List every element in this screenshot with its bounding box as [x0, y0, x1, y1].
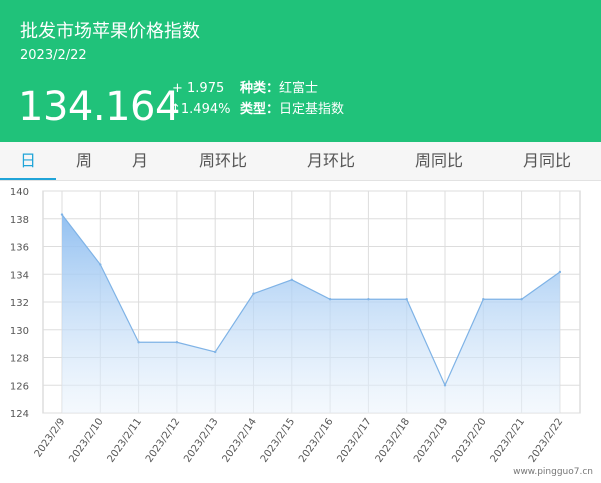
x-tick-label: 2023/2/20: [450, 416, 488, 464]
data-point: [558, 270, 562, 274]
kind-label: 种类：: [240, 81, 280, 96]
x-tick-label: 2023/2/16: [297, 416, 335, 464]
kind-row: 种类：红富士: [240, 80, 318, 98]
x-tick-label: 2023/2/12: [144, 416, 182, 464]
data-point: [443, 384, 447, 387]
change-percent: ↑1.494%: [170, 102, 231, 117]
x-tick-label: 2023/2/17: [335, 416, 373, 464]
x-tick-label: 2023/2/10: [67, 416, 105, 464]
data-point: [137, 341, 140, 344]
watermark: www.pingguo7.cn: [513, 467, 593, 477]
y-tick-label: 134: [10, 270, 29, 281]
header-panel: 批发市场苹果价格指数 2023/2/22 134.164 + 1.975 ↑1.…: [0, 0, 601, 142]
tab-month-year-on-year[interactable]: 月同比: [512, 142, 582, 180]
data-point: [405, 298, 408, 301]
y-tick-label: 124: [10, 409, 29, 420]
tab-week[interactable]: 周: [62, 142, 106, 180]
x-tick-label: 2023/2/9: [33, 416, 68, 459]
y-tick-label: 140: [10, 187, 29, 198]
index-value: 134.164: [18, 84, 180, 130]
period-tabs: 日 周 月 周环比 月环比 周同比 月同比: [0, 142, 601, 181]
data-point: [367, 298, 370, 301]
x-tick-label: 2023/2/11: [106, 416, 144, 464]
data-point: [482, 298, 485, 301]
x-tick-label: 2023/2/21: [489, 416, 527, 464]
tab-month[interactable]: 月: [118, 142, 162, 180]
x-tick-label: 2023/2/22: [527, 416, 565, 464]
data-point: [290, 278, 293, 281]
data-point: [252, 292, 255, 295]
tab-day[interactable]: 日: [0, 142, 56, 180]
type-row: 类型：日定基指数: [240, 101, 344, 119]
kind-value: 红富士: [279, 81, 319, 96]
x-tick-label: 2023/2/15: [259, 416, 297, 464]
data-point: [60, 213, 64, 216]
data-point: [520, 298, 523, 301]
price-index-chart: 1241261281301321341361381402023/2/9 2023/…: [10, 187, 581, 465]
tab-week-year-on-year[interactable]: 周同比: [404, 142, 474, 180]
x-tick-label: 2023/2/19: [412, 416, 450, 464]
data-point: [214, 350, 217, 354]
page-title: 批发市场苹果价格指数: [20, 21, 200, 42]
date-label: 2023/2/22: [20, 48, 87, 63]
y-tick-label: 130: [10, 326, 29, 337]
data-point: [328, 298, 332, 301]
y-tick-label: 136: [10, 243, 29, 254]
tab-month-on-month[interactable]: 月环比: [296, 142, 366, 180]
data-point: [175, 341, 179, 344]
tab-week-on-week[interactable]: 周环比: [188, 142, 258, 180]
x-tick-label: 2023/2/14: [221, 416, 259, 464]
y-tick-label: 138: [10, 215, 29, 226]
x-tick-label: 2023/2/13: [182, 416, 220, 464]
type-label: 类型：: [240, 102, 280, 117]
y-tick-label: 128: [10, 354, 29, 365]
y-tick-label: 132: [10, 298, 29, 309]
change-value: + 1.975: [172, 81, 225, 96]
x-tick-label: 2023/2/18: [374, 416, 412, 464]
type-value: 日定基指数: [279, 102, 345, 117]
data-point: [99, 263, 102, 266]
y-tick-label: 126: [10, 381, 29, 392]
